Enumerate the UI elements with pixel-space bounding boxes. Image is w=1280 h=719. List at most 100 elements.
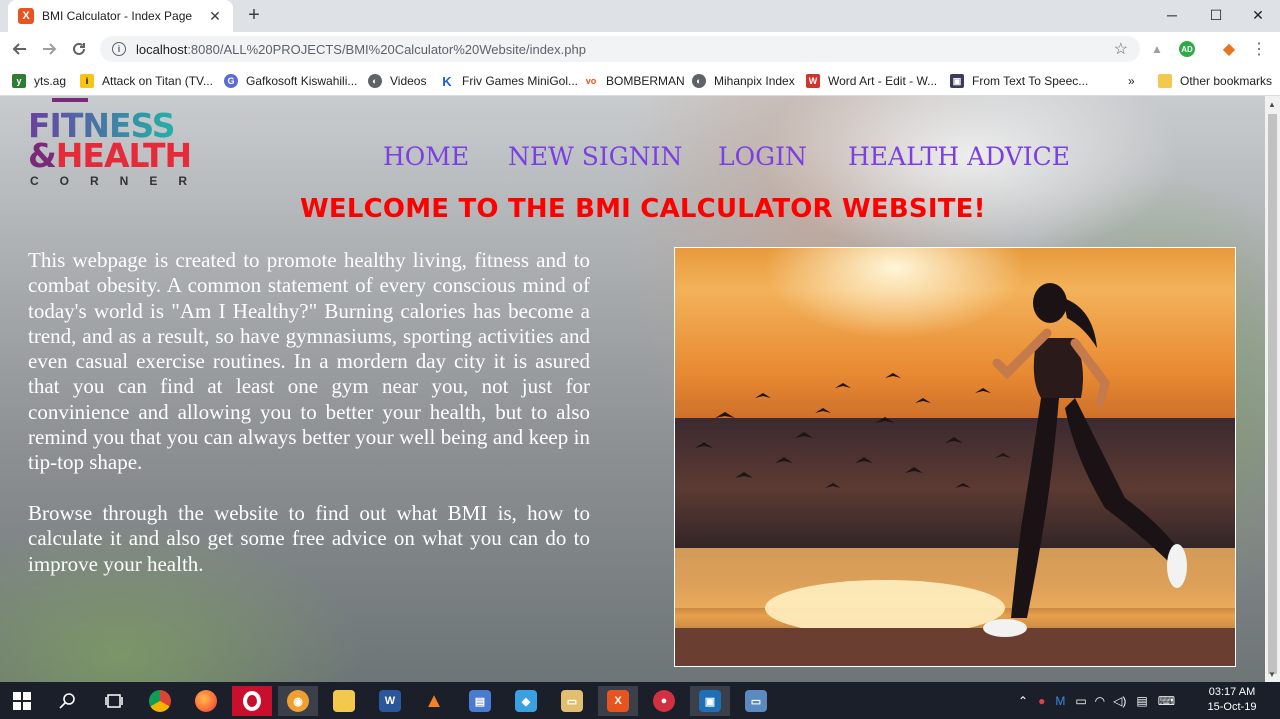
- bookmark-item[interactable]: K Friv Games MiniGol...: [440, 71, 578, 91]
- close-window-button[interactable]: ✕: [1236, 0, 1280, 30]
- bookmark-item[interactable]: W Word Art - Edit - W...: [806, 71, 937, 91]
- back-button[interactable]: [8, 37, 32, 61]
- battery-icon[interactable]: ▭: [1075, 694, 1086, 708]
- bookmark-label: From Text To Speec...: [972, 74, 1089, 88]
- globe-icon: ◐: [692, 74, 706, 88]
- site-logo[interactable]: FITNESS &HEALTH CORNER: [28, 98, 218, 190]
- taskbar-xampp[interactable]: X: [598, 686, 638, 716]
- search-button[interactable]: [48, 686, 88, 716]
- cube-icon: ◆: [515, 690, 537, 712]
- windows-logo-icon: [13, 692, 31, 710]
- wifi-icon[interactable]: ◠: [1095, 694, 1105, 708]
- forward-arrow-icon: [43, 43, 57, 55]
- taskbar-folder-app[interactable]: ▭: [552, 686, 592, 716]
- nav-home[interactable]: HOME: [383, 142, 469, 171]
- url-text: localhost:8080/ALL%20PROJECTS/BMI%20Calc…: [136, 42, 586, 57]
- taskbar-chrome[interactable]: [140, 686, 180, 716]
- minimize-button[interactable]: ─: [1150, 0, 1194, 30]
- site-info-icon[interactable]: i: [112, 42, 126, 56]
- bookmark-label: Videos: [390, 74, 427, 88]
- taskbar-3d-app[interactable]: ◆: [506, 686, 546, 716]
- taskbar-python-ide[interactable]: ▣: [690, 686, 730, 716]
- page-scrollbar[interactable]: ▲ ▼: [1265, 96, 1280, 682]
- logo-corner: CORNER: [30, 174, 209, 188]
- tray-overflow-icon[interactable]: ⌃: [1018, 694, 1028, 708]
- taskbar-file-explorer[interactable]: [324, 686, 364, 716]
- folder-icon: [333, 690, 355, 712]
- adblock-extension[interactable]: AD: [1178, 40, 1196, 58]
- tray-app-icon[interactable]: ●: [1038, 694, 1045, 708]
- folder-open-icon: ▭: [561, 690, 583, 712]
- system-tray: ⌃ ● M ▭ ◠ ◁) ▤ ⌨: [1018, 682, 1175, 719]
- friv-k-icon: K: [440, 74, 454, 89]
- keyboard-icon[interactable]: ⌨: [1158, 694, 1175, 708]
- new-tab-button[interactable]: +: [243, 4, 265, 26]
- bookmark-item[interactable]: y yts.ag: [12, 71, 66, 91]
- taskbar-firefox[interactable]: [186, 686, 226, 716]
- scrollbar-thumb[interactable]: [1268, 114, 1277, 674]
- scroll-down-icon[interactable]: ▼: [1268, 670, 1276, 679]
- bookmark-item[interactable]: ◐ Videos: [368, 71, 426, 91]
- url-path: :8080/ALL%20PROJECTS/BMI%20Calculator%20…: [187, 41, 586, 57]
- bookmark-label: Attack on Titan (TV...: [102, 74, 213, 88]
- text-to-speech-icon: ▣: [950, 74, 964, 88]
- address-bar[interactable]: i localhost:8080/ALL%20PROJECTS/BMI%20Ca…: [100, 36, 1140, 62]
- extension-puzzle-icon[interactable]: ▲: [1148, 40, 1166, 58]
- imdb-icon: i: [80, 74, 94, 88]
- bookmark-label: Mihanpix Index: [714, 74, 795, 88]
- logo-health: &HEALTH: [28, 136, 192, 175]
- taskbar-opera[interactable]: [232, 686, 272, 716]
- tray-malwarebytes-icon[interactable]: M: [1055, 694, 1065, 708]
- browser-tab[interactable]: X BMI Calculator - Index Page ✕: [8, 0, 233, 32]
- reload-button[interactable]: [67, 37, 91, 61]
- taskbar-clock[interactable]: 03:17 AM 15-Oct-19: [1200, 685, 1264, 715]
- metamask-fox-icon[interactable]: ◆: [1220, 40, 1238, 58]
- bookmark-item[interactable]: G Gafkosoft Kiswahili...: [224, 71, 357, 91]
- task-view-icon: [105, 694, 123, 708]
- reload-icon: [73, 42, 85, 55]
- search-icon: [59, 693, 75, 709]
- taskbar-explorer-window[interactable]: ▭: [736, 686, 776, 716]
- volume-icon[interactable]: ◁): [1113, 694, 1126, 708]
- taskbar-app[interactable]: ●: [644, 686, 684, 716]
- tab-close-icon[interactable]: ✕: [207, 8, 223, 25]
- chrome-menu-icon[interactable]: ⋮: [1250, 40, 1268, 58]
- ide-icon: ▣: [699, 690, 721, 712]
- taskbar-brave[interactable]: ◉: [278, 686, 318, 716]
- windows-taskbar: ◉ W ▲ ▤ ◆ ▭ X ● ▣ ▭ ⌃ ● M ▭ ◠ ◁) ▤ ⌨ 03:…: [0, 682, 1280, 719]
- action-center-icon[interactable]: ▤: [1136, 694, 1147, 708]
- network-computer-icon: ▤: [469, 690, 491, 712]
- bookmarks-bar: y yts.ag i Attack on Titan (TV... G Gafk…: [0, 66, 1280, 96]
- back-arrow-icon: [12, 43, 26, 55]
- bookmark-item[interactable]: ◐ Mihanpix Index: [692, 71, 795, 91]
- xampp-favicon-icon: X: [18, 8, 34, 24]
- other-bookmarks-label: Other bookmarks: [1180, 74, 1273, 88]
- clock-date: 15-Oct-19: [1207, 701, 1257, 713]
- scroll-up-icon[interactable]: ▲: [1268, 100, 1276, 109]
- taskbar-vlc[interactable]: ▲: [414, 686, 454, 716]
- bookmark-label: BOMBERMAN: [606, 74, 685, 88]
- taskbar-network-app[interactable]: ▤: [460, 686, 500, 716]
- bomberman-icon: vo: [584, 74, 598, 88]
- task-view-button[interactable]: [94, 686, 134, 716]
- firefox-icon: [195, 690, 217, 712]
- nav-health-advice[interactable]: HEALTH ADVICE: [848, 142, 1070, 171]
- url-host: localhost: [136, 41, 188, 57]
- bookmark-item[interactable]: ▣ From Text To Speec...: [950, 71, 1088, 91]
- bookmark-item[interactable]: vo BOMBERMAN: [584, 71, 685, 91]
- start-button[interactable]: [2, 686, 42, 716]
- taskbar-word[interactable]: W: [370, 686, 410, 716]
- other-bookmarks[interactable]: Other bookmarks: [1158, 71, 1272, 91]
- gafkosoft-icon: G: [224, 74, 238, 88]
- forward-button[interactable]: [37, 37, 61, 61]
- maximize-button[interactable]: ☐: [1194, 0, 1238, 30]
- page-viewport: FITNESS &HEALTH CORNER HOME NEW SIGNIN L…: [0, 96, 1265, 682]
- word-art-icon: W: [806, 74, 820, 88]
- bookmarks-overflow-button[interactable]: »: [1128, 71, 1135, 91]
- bookmark-star-icon[interactable]: ☆: [1114, 39, 1128, 59]
- nav-new-signin[interactable]: NEW SIGNIN: [508, 142, 682, 171]
- dumbbell-icon: [52, 98, 88, 102]
- bookmark-item[interactable]: i Attack on Titan (TV...: [80, 71, 213, 91]
- nav-login[interactable]: LOGIN: [718, 142, 807, 171]
- runner-sunset-image: [674, 247, 1236, 667]
